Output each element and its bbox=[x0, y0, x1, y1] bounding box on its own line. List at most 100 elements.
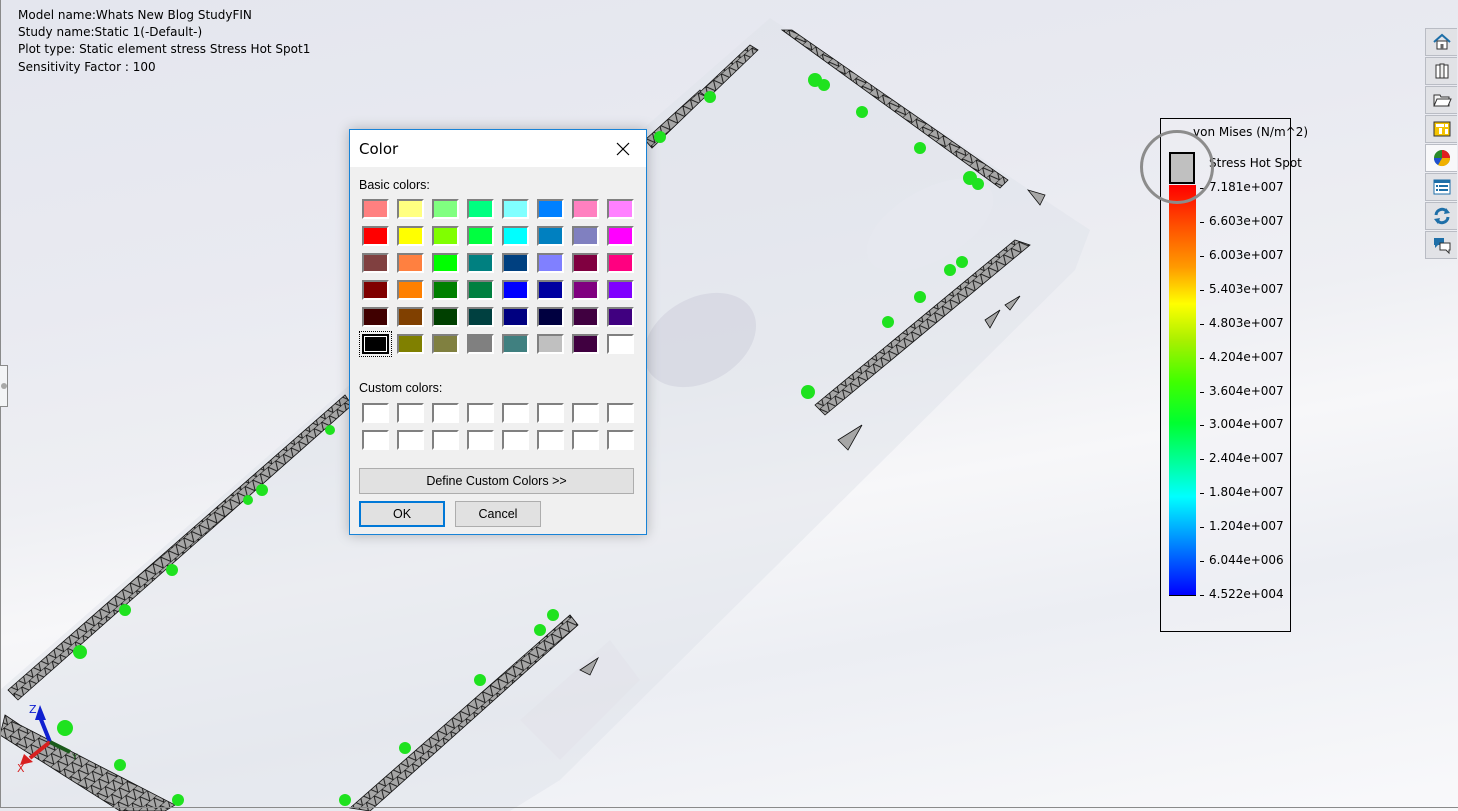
custom-color-swatch[interactable] bbox=[572, 430, 599, 450]
basic-color-swatch[interactable] bbox=[432, 334, 459, 354]
basic-color-swatch[interactable] bbox=[502, 226, 529, 246]
legend-tick-label: 2.404e+007 bbox=[1209, 451, 1284, 466]
taskpane-file-explorer-button[interactable] bbox=[1425, 86, 1457, 114]
dialog-titlebar[interactable]: Color bbox=[350, 130, 646, 167]
custom-color-swatch[interactable] bbox=[397, 403, 424, 423]
custom-color-swatch[interactable] bbox=[397, 430, 424, 450]
legend-tick bbox=[1200, 527, 1204, 529]
basic-color-swatch[interactable] bbox=[572, 253, 599, 273]
custom-color-swatch[interactable] bbox=[362, 430, 389, 450]
basic-color-swatch[interactable] bbox=[467, 253, 494, 273]
legend-tick-label: 6.003e+007 bbox=[1209, 247, 1284, 262]
basic-color-swatch[interactable] bbox=[607, 334, 634, 354]
basic-color-swatch[interactable] bbox=[502, 199, 529, 219]
basic-color-swatch[interactable] bbox=[537, 226, 564, 246]
basic-color-swatch[interactable] bbox=[467, 334, 494, 354]
basic-color-swatch[interactable] bbox=[572, 334, 599, 354]
basic-color-swatch[interactable] bbox=[502, 334, 529, 354]
highlight-circle bbox=[1140, 130, 1214, 204]
view-palette-icon bbox=[1433, 121, 1450, 137]
basic-color-swatch[interactable] bbox=[607, 280, 634, 300]
plot-type: Plot type: Static element stress Stress … bbox=[18, 42, 311, 57]
basic-color-swatch[interactable] bbox=[362, 280, 389, 300]
panel-collapse-handle[interactable] bbox=[0, 365, 8, 407]
legend-tick-label: 4.803e+007 bbox=[1209, 315, 1284, 330]
basic-color-swatch[interactable] bbox=[572, 199, 599, 219]
basic-color-swatch[interactable] bbox=[359, 331, 392, 357]
legend-tick bbox=[1200, 255, 1204, 257]
basic-color-swatch[interactable] bbox=[572, 226, 599, 246]
basic-color-swatch[interactable] bbox=[432, 307, 459, 327]
legend-tick bbox=[1200, 595, 1204, 596]
basic-color-swatch[interactable] bbox=[607, 307, 634, 327]
taskpane-appearances-button[interactable] bbox=[1425, 144, 1457, 172]
basic-color-swatch[interactable] bbox=[362, 199, 389, 219]
custom-properties-icon bbox=[1433, 179, 1450, 195]
custom-color-swatch[interactable] bbox=[537, 403, 564, 423]
basic-color-swatch[interactable] bbox=[397, 280, 424, 300]
legend-tick-label: 5.403e+007 bbox=[1209, 281, 1284, 296]
basic-color-swatch[interactable] bbox=[397, 226, 424, 246]
custom-color-swatch[interactable] bbox=[572, 403, 599, 423]
basic-color-swatch[interactable] bbox=[432, 199, 459, 219]
custom-color-swatch[interactable] bbox=[362, 403, 389, 423]
basic-color-swatch[interactable] bbox=[607, 253, 634, 273]
legend-tick-label: 1.204e+007 bbox=[1209, 519, 1284, 534]
basic-color-swatch[interactable] bbox=[572, 280, 599, 300]
basic-color-swatch[interactable] bbox=[467, 307, 494, 327]
custom-color-swatch[interactable] bbox=[607, 403, 634, 423]
basic-color-swatch[interactable] bbox=[537, 334, 564, 354]
basic-color-swatch[interactable] bbox=[362, 307, 389, 327]
custom-color-swatch[interactable] bbox=[467, 430, 494, 450]
basic-color-swatch[interactable] bbox=[537, 307, 564, 327]
legend-tick bbox=[1200, 391, 1204, 393]
basic-color-swatch[interactable] bbox=[397, 253, 424, 273]
close-icon bbox=[616, 142, 630, 155]
custom-color-swatch[interactable] bbox=[432, 430, 459, 450]
ok-button[interactable]: OK bbox=[359, 501, 445, 527]
legend-tick-label: 4.204e+007 bbox=[1209, 349, 1284, 364]
basic-color-swatch[interactable] bbox=[502, 280, 529, 300]
basic-color-swatch[interactable] bbox=[362, 253, 389, 273]
basic-color-swatch[interactable] bbox=[502, 307, 529, 327]
taskpane-refresh-button[interactable] bbox=[1425, 202, 1457, 230]
taskpane-forum-button[interactable] bbox=[1425, 231, 1457, 259]
basic-color-swatch[interactable] bbox=[432, 226, 459, 246]
custom-color-swatch[interactable] bbox=[467, 403, 494, 423]
legend-tick bbox=[1200, 221, 1204, 223]
basic-color-swatch[interactable] bbox=[467, 280, 494, 300]
taskpane-design-library-button[interactable] bbox=[1425, 57, 1457, 85]
basic-color-swatch[interactable] bbox=[397, 307, 424, 327]
handle-dot-icon bbox=[1, 383, 7, 389]
basic-color-swatch[interactable] bbox=[432, 253, 459, 273]
basic-color-swatch[interactable] bbox=[502, 253, 529, 273]
color-bar bbox=[1169, 185, 1196, 596]
basic-color-swatch[interactable] bbox=[432, 280, 459, 300]
legend-tick bbox=[1200, 425, 1204, 427]
legend-tick-label: 6.603e+007 bbox=[1209, 213, 1284, 228]
custom-color-swatch[interactable] bbox=[432, 403, 459, 423]
basic-color-swatch[interactable] bbox=[397, 199, 424, 219]
define-custom-colors-button[interactable]: Define Custom Colors >> bbox=[359, 468, 634, 494]
basic-color-swatch[interactable] bbox=[362, 226, 389, 246]
taskpane-custom-properties-button[interactable] bbox=[1425, 173, 1457, 201]
custom-color-swatch[interactable] bbox=[502, 430, 529, 450]
basic-color-swatch[interactable] bbox=[537, 280, 564, 300]
basic-colors-grid bbox=[359, 199, 634, 357]
basic-color-swatch[interactable] bbox=[572, 307, 599, 327]
basic-color-swatch[interactable] bbox=[397, 334, 424, 354]
taskpane-home-button[interactable] bbox=[1425, 28, 1457, 56]
taskpane-view-palette-button[interactable] bbox=[1425, 115, 1457, 143]
custom-color-swatch[interactable] bbox=[537, 430, 564, 450]
basic-color-swatch[interactable] bbox=[607, 226, 634, 246]
cancel-button[interactable]: Cancel bbox=[455, 501, 541, 527]
basic-color-swatch[interactable] bbox=[607, 199, 634, 219]
basic-color-swatch[interactable] bbox=[467, 226, 494, 246]
basic-color-swatch[interactable] bbox=[467, 199, 494, 219]
close-button[interactable] bbox=[600, 130, 646, 167]
custom-color-swatch[interactable] bbox=[607, 430, 634, 450]
custom-color-swatch[interactable] bbox=[502, 403, 529, 423]
basic-color-swatch[interactable] bbox=[537, 199, 564, 219]
basic-color-swatch[interactable] bbox=[537, 253, 564, 273]
refresh-icon bbox=[1433, 207, 1450, 225]
